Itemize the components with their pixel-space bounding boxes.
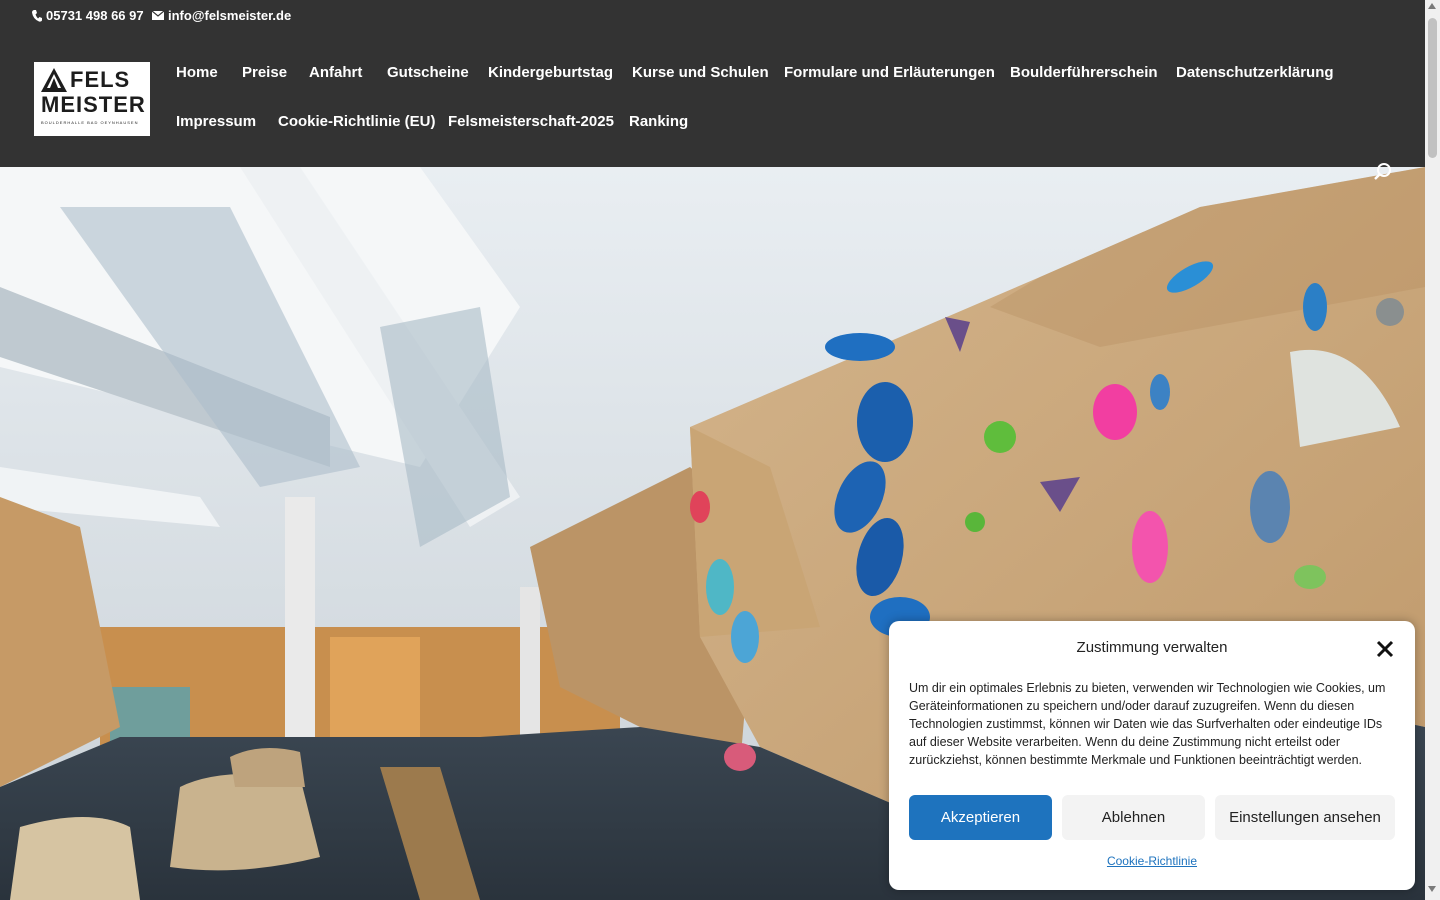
scroll-up-icon[interactable] — [1428, 3, 1436, 9]
nav-boulderfuehrerschein[interactable]: Boulderführerschein — [1010, 64, 1158, 81]
envelope-icon — [152, 11, 164, 20]
phone-number: 05731 498 66 97 — [46, 8, 144, 23]
email-contact[interactable]: info@felsmeister.de — [152, 8, 291, 23]
logo-line2: MEISTER — [41, 92, 146, 117]
close-icon[interactable] — [1375, 639, 1395, 659]
consent-text: Um dir ein optimales Erlebnis zu bieten,… — [909, 681, 1386, 767]
phone-icon — [32, 9, 42, 22]
scrollbar-thumb[interactable] — [1428, 18, 1437, 158]
scroll-down-icon[interactable] — [1428, 886, 1436, 892]
page-scrollbar[interactable] — [1425, 0, 1440, 900]
deny-button[interactable]: Ablehnen — [1062, 795, 1205, 840]
mountain-icon — [41, 68, 67, 92]
nav-anfahrt[interactable]: Anfahrt — [309, 64, 362, 81]
nav-preise[interactable]: Preise — [242, 64, 287, 81]
nav-kindergeburtstag[interactable]: Kindergeburtstag — [488, 64, 613, 81]
logo-line1: FELS — [70, 67, 131, 92]
nav-cookie-richtlinie[interactable]: Cookie-Richtlinie (EU) — [278, 113, 436, 130]
consent-title: Zustimmung verwalten — [1076, 639, 1228, 656]
nav-home[interactable]: Home — [176, 64, 218, 81]
cookie-consent-dialog: Zustimmung verwalten Um dir ein optimale… — [889, 621, 1415, 890]
email-address: info@felsmeister.de — [168, 8, 292, 23]
nav-felsmeisterschaft[interactable]: Felsmeisterschaft-2025 — [448, 113, 614, 130]
preferences-button[interactable]: Einstellungen ansehen — [1215, 795, 1395, 840]
nav-kurse[interactable]: Kurse und Schulen — [632, 64, 769, 81]
nav-impressum[interactable]: Impressum — [176, 113, 256, 130]
cookie-policy-link[interactable]: Cookie-Richtlinie — [889, 854, 1395, 868]
nav-ranking[interactable]: Ranking — [629, 113, 688, 130]
phone-contact[interactable]: 05731 498 66 97 — [32, 8, 144, 23]
logo-tagline: BOULDERHALLE BAD OEYNHAUSEN — [41, 120, 139, 125]
search-icon[interactable] — [1373, 162, 1393, 187]
nav-gutscheine[interactable]: Gutscheine — [387, 64, 469, 81]
accept-button[interactable]: Akzeptieren — [909, 795, 1052, 840]
site-header: FELS MEISTER BOULDERHALLE BAD OEYNHAUSEN… — [0, 30, 1425, 167]
site-logo[interactable]: FELS MEISTER BOULDERHALLE BAD OEYNHAUSEN — [34, 62, 150, 136]
nav-formulare[interactable]: Formulare und Erläuterungen — [784, 64, 995, 81]
nav-datenschutz[interactable]: Datenschutzerklärung — [1176, 64, 1334, 81]
top-bar: 05731 498 66 97 info@felsmeister.de — [0, 0, 1425, 30]
